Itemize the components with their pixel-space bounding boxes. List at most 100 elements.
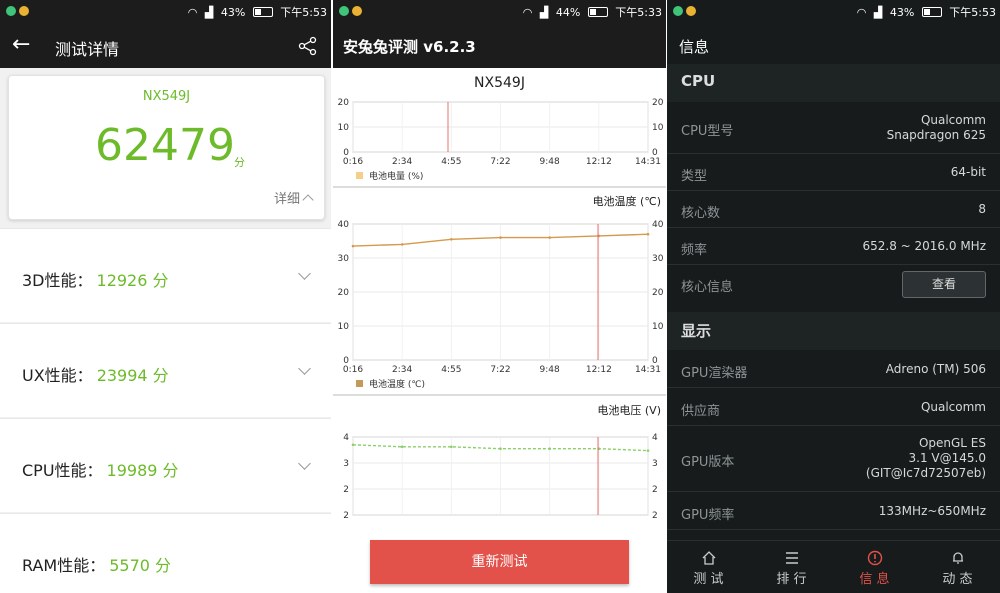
app-title: 安兔兔评测 v6.2.3 bbox=[343, 38, 476, 56]
x-tick-label: 4:55 bbox=[441, 365, 461, 375]
info-value: OpenGL ES 3.1 V@145.0 (GIT@Ic7d72507eb) bbox=[865, 436, 986, 480]
device-model: NX549J bbox=[474, 75, 525, 91]
x-tick-label: 4:55 bbox=[441, 157, 461, 167]
page-title: 测试详情 bbox=[55, 40, 120, 59]
signal-icon: ▟ bbox=[204, 5, 214, 19]
section-title: 显示 bbox=[681, 322, 712, 340]
detail-toggle[interactable]: 详细 bbox=[274, 188, 314, 207]
series-point bbox=[499, 236, 502, 239]
app-notification-icon bbox=[6, 6, 16, 16]
category-row-cpu[interactable]: CPU性能： 19989 分 bbox=[0, 418, 331, 512]
info-row-frequency: 频率 652.8 ~ 2016.0 MHz bbox=[667, 228, 1000, 265]
chart-title: 电池温度 (℃) bbox=[593, 194, 661, 208]
legend-swatch bbox=[356, 380, 363, 387]
battery-percent: 43% bbox=[220, 5, 246, 19]
view-button[interactable]: 查看 bbox=[902, 271, 986, 298]
y-tick-label-left: 40 bbox=[338, 220, 350, 230]
clock: 下午5:53 bbox=[949, 6, 996, 19]
y-tick-label-left: 4 bbox=[343, 433, 349, 443]
list-icon bbox=[785, 552, 798, 564]
series-point bbox=[450, 445, 453, 449]
signal-icon: ▟ bbox=[539, 5, 549, 19]
y-tick-label-right: 4 bbox=[652, 433, 658, 443]
series-point bbox=[646, 232, 650, 236]
info-value: Adreno (TM) 506 bbox=[885, 362, 986, 376]
device-info-screen: ◠ ▟ 43% 下午5:53 信息 CPU CPU型号 Qualcomm Sna… bbox=[667, 0, 1000, 593]
retest-button[interactable]: 重新测试 bbox=[370, 540, 629, 584]
series-point bbox=[400, 243, 404, 246]
info-key: CPU型号 bbox=[681, 124, 734, 139]
back-arrow-icon[interactable]: ← bbox=[12, 34, 30, 56]
chevron-down-icon bbox=[298, 457, 311, 470]
chevron-down-icon bbox=[298, 362, 311, 375]
battery-percent: 43% bbox=[889, 5, 915, 19]
series-point bbox=[646, 449, 650, 452]
y-tick-label-right: 10 bbox=[652, 322, 664, 332]
cpu-section-header: CPU bbox=[667, 64, 1000, 102]
series-point bbox=[400, 445, 404, 449]
nav-tab-info[interactable]: 信 息 bbox=[833, 541, 916, 593]
y-tick-label-right: 2 bbox=[652, 511, 658, 521]
info-key: GPU频率 bbox=[681, 508, 735, 523]
home-icon bbox=[702, 551, 715, 565]
category-row-ram[interactable]: RAM性能： 5570 分 bbox=[0, 513, 331, 593]
chevron-up-icon bbox=[302, 194, 314, 206]
top-bar: ← 测试详情 bbox=[0, 23, 331, 68]
nav-tab-news[interactable]: 动 态 bbox=[916, 541, 999, 593]
battery-monitor-screen: ◠ ▟ 44% 下午5:33 安兔兔评测 v6.2.3 NX549J 20 20 1… bbox=[333, 0, 666, 593]
y-tick-label-left: 2 bbox=[343, 511, 349, 521]
info-row-cpu-model: CPU型号 Qualcomm Snapdragon 625 bbox=[667, 102, 1000, 154]
nav-tab-test[interactable]: 测 试 bbox=[667, 541, 750, 593]
series-point bbox=[351, 244, 355, 248]
x-tick-label: 12:12 bbox=[586, 365, 612, 375]
nav-label: 动 态 bbox=[942, 572, 973, 587]
battery-icon bbox=[587, 7, 608, 17]
info-key: 核心数 bbox=[681, 206, 721, 221]
x-tick-label: 0:16 bbox=[343, 365, 363, 375]
status-bar: ◠ ▟ 44% 下午5:33 bbox=[333, 0, 666, 23]
series-point bbox=[499, 447, 502, 451]
category-label: 3D性能： bbox=[22, 271, 93, 290]
x-tick-label: 14:31 bbox=[635, 157, 661, 167]
x-tick-label: 7:22 bbox=[490, 365, 510, 375]
x-tick-label: 2:34 bbox=[392, 365, 412, 375]
category-label: RAM性能： bbox=[22, 556, 106, 575]
legend-label: 电池温度 (℃) bbox=[369, 378, 425, 390]
info-row-type: 类型 64-bit bbox=[667, 154, 1000, 191]
info-key: 频率 bbox=[681, 243, 708, 258]
device-model: NX549J bbox=[142, 89, 191, 104]
chevron-down-icon bbox=[298, 267, 311, 280]
app-notification-icon bbox=[673, 6, 683, 16]
y-tick-label-left: 30 bbox=[338, 254, 350, 264]
bottom-navigation: 测 试 排 行 信 息 动 态 bbox=[667, 540, 1000, 593]
y-tick-label-left: 10 bbox=[338, 123, 350, 133]
legend-label: 电池电量 (%) bbox=[369, 170, 423, 182]
x-tick-label: 0:16 bbox=[343, 157, 363, 167]
x-tick-label: 14:31 bbox=[635, 365, 661, 375]
nav-label: 排 行 bbox=[776, 572, 807, 587]
share-icon[interactable] bbox=[297, 35, 319, 57]
x-tick-label: 9:48 bbox=[540, 365, 560, 375]
nav-tab-ranking[interactable]: 排 行 bbox=[750, 541, 833, 593]
info-key: GPU渲染器 bbox=[681, 366, 748, 381]
total-score: 62479 bbox=[95, 120, 235, 171]
display-section-header: 显示 bbox=[667, 312, 1000, 350]
category-label: CPU性能： bbox=[22, 461, 103, 480]
y-tick-label-left: 10 bbox=[338, 322, 350, 332]
series-point bbox=[548, 236, 551, 239]
x-tick-label: 12:12 bbox=[586, 157, 612, 167]
app-notification-icon bbox=[19, 6, 29, 16]
category-row-3d[interactable]: 3D性能： 12926 分 bbox=[0, 228, 331, 322]
wifi-icon: ◠ bbox=[187, 5, 198, 19]
category-row-ux[interactable]: UX性能： 23994 分 bbox=[0, 323, 331, 417]
info-value: Qualcomm Snapdragon 625 bbox=[886, 113, 986, 142]
info-row-cores: 核心数 8 bbox=[667, 191, 1000, 228]
info-icon bbox=[867, 550, 882, 566]
app-notification-icon bbox=[339, 6, 349, 16]
y-tick-label-right: 20 bbox=[652, 98, 664, 108]
info-value: 652.8 ~ 2016.0 MHz bbox=[862, 239, 986, 253]
info-value: 133MHz~650MHz bbox=[878, 504, 986, 518]
info-row-gpu-frequency: GPU频率 133MHz~650MHz bbox=[667, 492, 1000, 530]
score-unit: 分 bbox=[234, 156, 245, 169]
info-row-gpu-version: GPU版本 OpenGL ES 3.1 V@145.0 (GIT@Ic7d725… bbox=[667, 426, 1000, 492]
